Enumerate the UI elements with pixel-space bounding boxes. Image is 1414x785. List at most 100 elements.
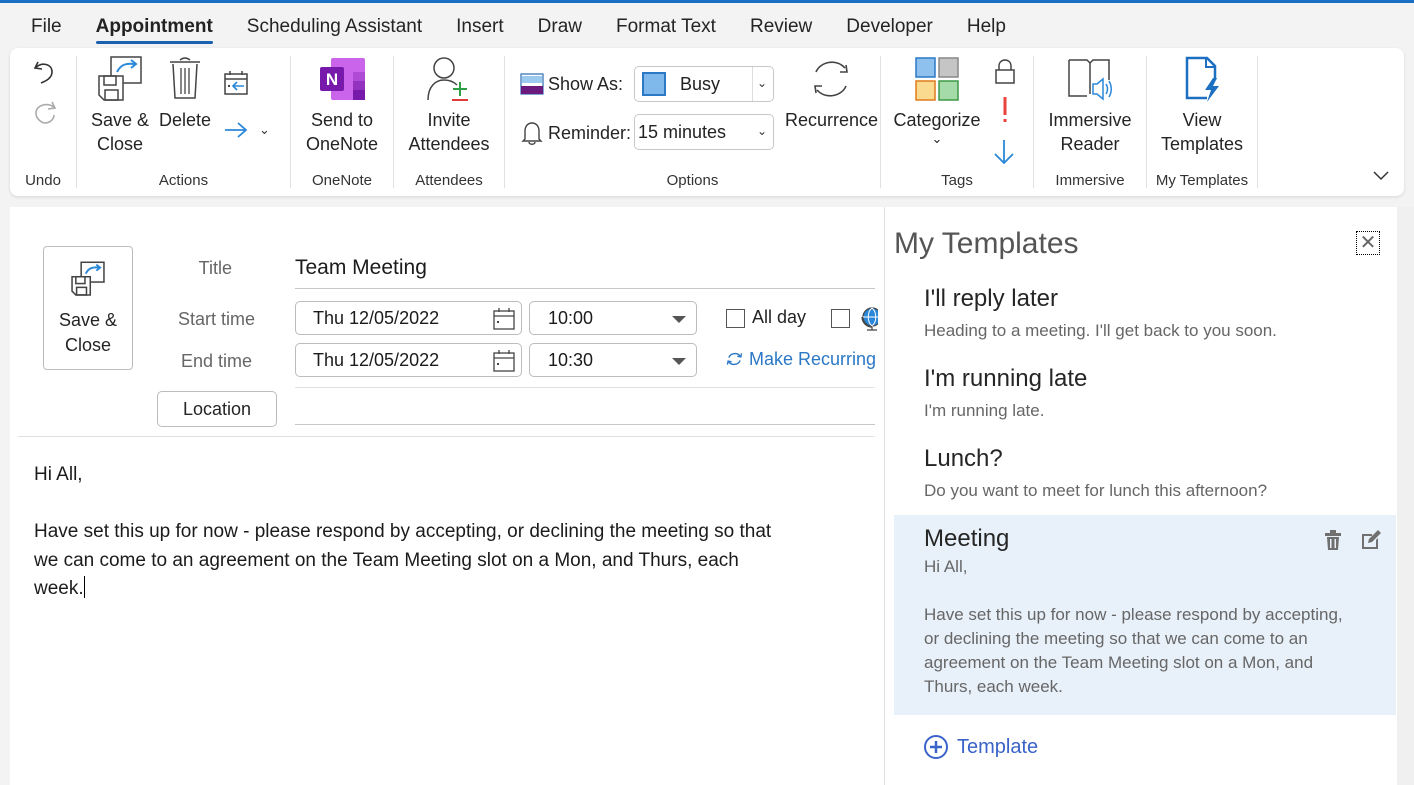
bell-icon bbox=[521, 122, 543, 145]
pane-scrollbar[interactable] bbox=[1397, 207, 1414, 785]
body-greeting: Hi All, bbox=[34, 464, 83, 485]
recurrence-button[interactable]: Recurrence bbox=[785, 54, 878, 132]
delete-template-icon[interactable] bbox=[1324, 529, 1342, 551]
forward-arrow-icon[interactable] bbox=[223, 120, 249, 145]
template-title: I'll reply later bbox=[924, 285, 1058, 312]
view-templates-label-1: View bbox=[1182, 110, 1222, 130]
delete-label: Delete bbox=[158, 110, 212, 130]
location-button[interactable]: Location bbox=[157, 391, 277, 427]
categorize-icon bbox=[915, 57, 959, 101]
immersive-label-1: Immersive bbox=[1048, 110, 1132, 130]
reminder-dropdown[interactable]: 15 minutes ⌄ bbox=[634, 114, 774, 150]
time-zone-checkbox[interactable] bbox=[831, 309, 850, 328]
title-input[interactable] bbox=[295, 247, 875, 289]
group-label-attendees: Attendees bbox=[415, 172, 483, 189]
start-time-dropdown[interactable]: 10:00 bbox=[529, 301, 697, 335]
text-cursor bbox=[83, 576, 85, 598]
template-item-selected[interactable]: Meeting Hi All, Have set this up for now… bbox=[894, 515, 1396, 715]
start-date-value: Thu 12/05/2022 bbox=[313, 308, 440, 328]
categorize-button[interactable]: Categorize ⌄ bbox=[889, 54, 985, 146]
end-date-picker[interactable]: Thu 12/05/2022 bbox=[295, 343, 522, 377]
globe-time-zone-icon[interactable] bbox=[860, 306, 878, 332]
invite-attendees-button[interactable]: Invite Attendees bbox=[398, 54, 500, 156]
low-importance-icon[interactable] bbox=[992, 138, 1016, 171]
tab-review[interactable]: Review bbox=[733, 10, 829, 46]
save-close-icon bbox=[71, 261, 105, 296]
calendar-icon[interactable] bbox=[492, 349, 516, 373]
group-label-options: Options bbox=[666, 172, 719, 189]
send-to-onenote-button[interactable]: N Send to OneNote bbox=[293, 54, 391, 156]
calendar-move-icon[interactable] bbox=[223, 70, 249, 101]
show-as-dropdown[interactable]: Busy ⌄ bbox=[634, 66, 774, 102]
end-date-value: Thu 12/05/2022 bbox=[313, 350, 440, 370]
invite-attendees-icon bbox=[427, 57, 468, 101]
tab-developer[interactable]: Developer bbox=[829, 10, 950, 46]
group-label-actions: Actions bbox=[158, 172, 209, 189]
view-templates-label-2: Templates bbox=[1160, 134, 1244, 154]
group-actions: Save & Close Delete ⌄ Actions bbox=[77, 54, 290, 190]
message-body[interactable]: Hi All, Have set this up for now - pleas… bbox=[34, 461, 854, 604]
save-close-ribbon-button[interactable]: Save & Close bbox=[85, 54, 155, 156]
add-template-button[interactable]: Template bbox=[923, 734, 1038, 760]
high-importance-icon[interactable] bbox=[1000, 96, 1010, 129]
trash-icon bbox=[170, 57, 200, 99]
chevron-down-icon: ⌄ bbox=[756, 76, 767, 90]
make-recurring-link[interactable]: Make Recurring bbox=[726, 348, 876, 370]
recurring-icon bbox=[726, 352, 743, 366]
template-item[interactable]: I'm running late I'm running late. bbox=[894, 365, 1396, 437]
forward-dropdown-chevron-icon[interactable]: ⌄ bbox=[259, 122, 270, 138]
edit-template-icon[interactable] bbox=[1360, 529, 1382, 551]
lock-private-icon[interactable] bbox=[994, 58, 1016, 91]
send-onenote-label-2: OneNote bbox=[305, 134, 379, 154]
template-body: Do you want to meet for lunch this after… bbox=[924, 481, 1268, 500]
save-close-button[interactable]: Save & Close bbox=[43, 246, 133, 370]
group-label-undo: Undo bbox=[25, 172, 61, 189]
window-accent-bar bbox=[0, 0, 1414, 3]
view-templates-button[interactable]: View Templates bbox=[1153, 54, 1251, 156]
start-date-picker[interactable]: Thu 12/05/2022 bbox=[295, 301, 522, 335]
tab-scheduling-assistant[interactable]: Scheduling Assistant bbox=[230, 10, 439, 46]
busy-color-swatch bbox=[642, 72, 666, 96]
make-recurring-label: Make Recurring bbox=[748, 348, 876, 369]
group-options: Show As: Busy ⌄ Reminder: 15 minutes ⌄ R… bbox=[505, 54, 880, 190]
group-label-tags: Tags bbox=[941, 172, 973, 189]
ribbon-expand-chevron-icon[interactable] bbox=[1372, 168, 1390, 186]
template-item[interactable]: Lunch? Do you want to meet for lunch thi… bbox=[894, 445, 1396, 517]
group-tags: Categorize ⌄ Tags bbox=[881, 54, 1033, 190]
tab-insert[interactable]: Insert bbox=[439, 10, 521, 46]
undo-icon[interactable] bbox=[32, 58, 58, 91]
caret-down-icon bbox=[672, 316, 686, 323]
tab-file[interactable]: File bbox=[0, 10, 79, 46]
close-icon[interactable]: ✕ bbox=[1356, 231, 1380, 255]
immersive-reader-button[interactable]: Immersive Reader bbox=[1040, 54, 1140, 156]
tab-help[interactable]: Help bbox=[950, 10, 1023, 46]
immersive-label-2: Reader bbox=[1060, 134, 1120, 154]
delete-button[interactable]: Delete bbox=[157, 54, 213, 132]
tab-format-text[interactable]: Format Text bbox=[599, 10, 733, 46]
end-time-dropdown[interactable]: 10:30 bbox=[529, 343, 697, 377]
dropdown-divider bbox=[752, 67, 753, 101]
ribbon-separator bbox=[1257, 56, 1258, 188]
location-input[interactable] bbox=[295, 389, 875, 425]
invite-label-1: Invite bbox=[427, 110, 471, 130]
tab-draw[interactable]: Draw bbox=[521, 10, 599, 46]
all-day-checkbox[interactable] bbox=[726, 309, 745, 328]
template-body: Heading to a meeting. I'll get back to y… bbox=[924, 321, 1277, 340]
template-actions bbox=[1324, 529, 1382, 551]
body-paragraph: Have set this up for now - please respon… bbox=[34, 521, 772, 599]
show-as-label: Show As: bbox=[548, 73, 624, 94]
show-as-icon bbox=[520, 73, 544, 95]
tab-appointment[interactable]: Appointment bbox=[79, 10, 230, 46]
pane-title: My Templates bbox=[894, 227, 1079, 260]
group-onenote: N Send to OneNote OneNote bbox=[291, 54, 393, 190]
template-item[interactable]: I'll reply later Heading to a meeting. I… bbox=[894, 285, 1396, 357]
template-title: I'm running late bbox=[924, 365, 1088, 392]
reminder-value: 15 minutes bbox=[638, 121, 727, 142]
my-templates-pane: My Templates ✕ I'll reply later Heading … bbox=[884, 207, 1414, 785]
categorize-label: Categorize bbox=[893, 110, 981, 130]
group-label-my-templates: My Templates bbox=[1155, 172, 1249, 189]
group-label-onenote: OneNote bbox=[311, 172, 373, 189]
end-time-value: 10:30 bbox=[548, 350, 594, 370]
redo-icon[interactable] bbox=[32, 98, 58, 131]
calendar-icon[interactable] bbox=[492, 307, 516, 331]
